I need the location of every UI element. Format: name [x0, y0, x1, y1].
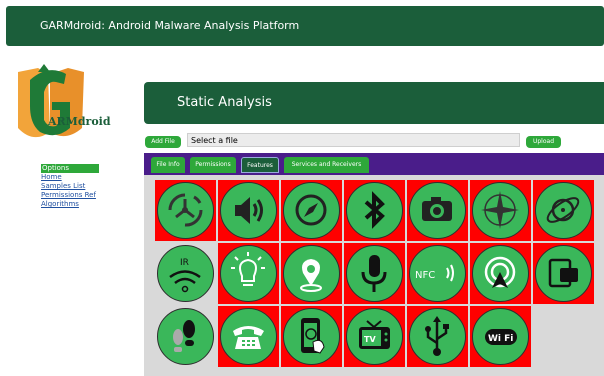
hotspot-icon [472, 245, 529, 302]
ir-icon: IR [157, 245, 214, 302]
tv-label: TV [364, 335, 376, 344]
feature-tile[interactable] [218, 180, 279, 241]
feature-tile[interactable] [155, 306, 216, 367]
wifi-label: Wi Fi [488, 334, 513, 344]
gyroscope-icon [157, 182, 214, 239]
camera-icon [409, 182, 466, 239]
app-title: GARMdroid: Android Malware Analysis Plat… [40, 19, 300, 32]
light-bulb-icon [220, 245, 277, 302]
feature-tile[interactable] [218, 306, 279, 367]
sidebar-item-home[interactable]: Home [41, 173, 99, 182]
wifi-icon: Wi Fi [472, 308, 529, 365]
ir-label: IR [180, 258, 189, 268]
wind-rose-icon [472, 182, 529, 239]
feature-tile[interactable] [533, 243, 594, 304]
logo-text: ARMdroid [48, 115, 111, 128]
upload-button[interactable]: Upload [526, 136, 561, 148]
feature-tile[interactable]: TV [344, 306, 405, 367]
feature-tile[interactable] [407, 306, 468, 367]
tv-icon: TV [346, 308, 403, 365]
file-select-field[interactable]: Select a file [187, 133, 520, 147]
sidebar-nav: Options Home Samples List Permissions Re… [41, 164, 99, 209]
page-title: Static Analysis [177, 95, 272, 110]
tab-bar: File Info Permissions Features Services … [144, 153, 604, 175]
feature-tile[interactable] [281, 306, 342, 367]
tab-permissions[interactable]: Permissions [190, 157, 236, 173]
feature-tile[interactable] [281, 243, 342, 304]
compass-icon [283, 182, 340, 239]
section-header: Static Analysis [144, 82, 604, 124]
feature-tile[interactable] [470, 243, 531, 304]
feature-tile[interactable] [470, 180, 531, 241]
sidebar-item-algorithms[interactable]: Algorithms [41, 200, 99, 209]
sidebar-item-permissions-ref[interactable]: Permissions Ref [41, 191, 99, 200]
location-pin-icon [283, 245, 340, 302]
microphone-icon [346, 245, 403, 302]
telephone-icon [220, 308, 277, 365]
nfc-icon: NFC [409, 245, 466, 302]
add-file-button[interactable]: Add File [145, 136, 181, 148]
feature-tile[interactable] [533, 180, 594, 241]
tab-features[interactable]: Features [241, 157, 279, 173]
sidebar-item-samples-list[interactable]: Samples List [41, 182, 99, 191]
speaker-icon [220, 182, 277, 239]
usb-icon [409, 308, 466, 365]
garmdroid-logo [8, 62, 128, 148]
feature-tile[interactable] [218, 243, 279, 304]
bluetooth-icon [346, 182, 403, 239]
touchscreen-icon [283, 308, 340, 365]
orbit-icon [535, 182, 592, 239]
sidebar-item-options[interactable]: Options [41, 164, 99, 173]
features-grid: IR NFC TV Wi Fi [144, 175, 604, 376]
feature-tile[interactable] [155, 180, 216, 241]
nfc-label: NFC [415, 270, 435, 281]
feature-tile[interactable] [344, 243, 405, 304]
tab-services-receivers[interactable]: Services and Receivers [284, 157, 369, 173]
tab-file-info[interactable]: File Info [151, 157, 185, 173]
footsteps-icon [157, 308, 214, 365]
feature-tile[interactable]: IR [155, 243, 216, 304]
feature-tile[interactable] [344, 180, 405, 241]
feature-tile[interactable]: Wi Fi [470, 306, 531, 367]
screen-rotate-icon [535, 245, 592, 302]
top-header-bar: GARMdroid: Android Malware Analysis Plat… [6, 6, 604, 46]
feature-tile[interactable] [407, 180, 468, 241]
feature-tile[interactable]: NFC [407, 243, 468, 304]
feature-tile[interactable] [281, 180, 342, 241]
